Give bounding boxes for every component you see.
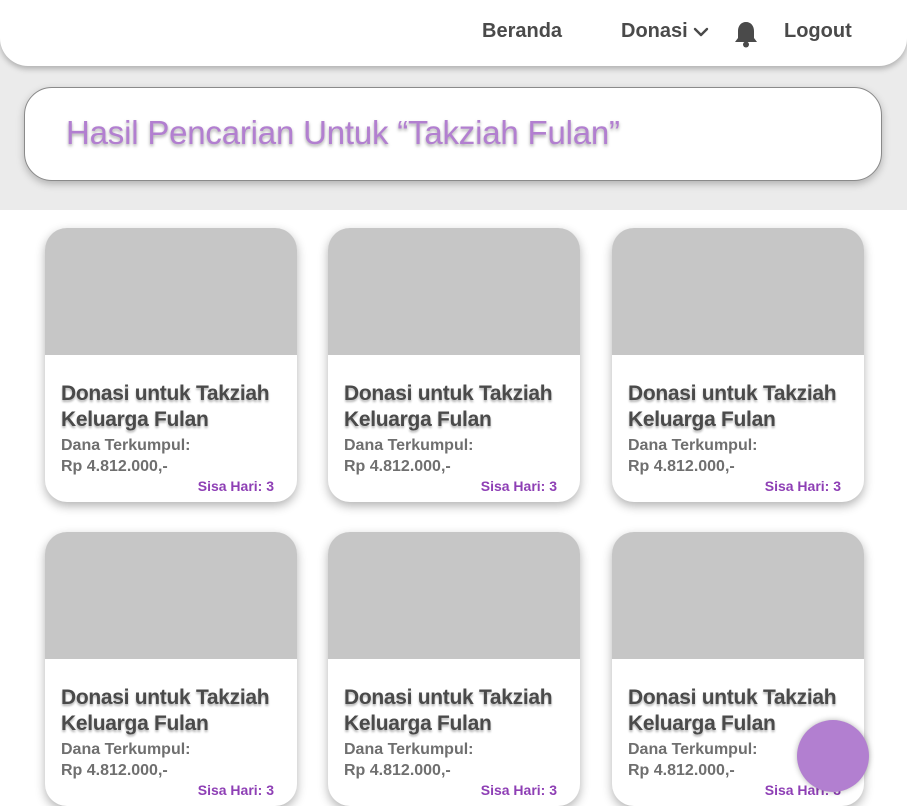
card-collected-label: Dana Terkumpul: <box>344 741 474 758</box>
card-collected-amount: Rp 4.812.000,- <box>628 458 735 475</box>
card-image-placeholder <box>328 228 580 355</box>
card-collected-label: Dana Terkumpul: <box>344 437 474 454</box>
nav-donasi-link[interactable]: Donasi <box>621 20 688 43</box>
card-collected-amount: Rp 4.812.000,- <box>344 458 451 475</box>
donation-card[interactable]: Donasi untuk Takziah Keluarga Fulan Dana… <box>328 228 580 502</box>
card-image-placeholder <box>45 532 297 659</box>
card-collected-amount: Rp 4.812.000,- <box>628 762 735 779</box>
card-collected-label: Dana Terkumpul: <box>628 741 758 758</box>
card-collected-label: Dana Terkumpul: <box>628 437 758 454</box>
donation-card[interactable]: Donasi untuk Takziah Keluarga Fulan Dana… <box>45 228 297 502</box>
donation-card[interactable]: Donasi untuk Takziah Keluarga Fulan Dana… <box>328 532 580 806</box>
card-collected-label: Dana Terkumpul: <box>61 437 191 454</box>
card-image-placeholder <box>612 228 864 355</box>
logout-link[interactable]: Logout <box>784 20 852 43</box>
card-image-placeholder <box>612 532 864 659</box>
header-bar: Beranda Donasi Logout <box>0 0 907 66</box>
card-image-placeholder <box>328 532 580 659</box>
card-image-placeholder <box>45 228 297 355</box>
card-days-left: Sisa Hari: 3 <box>480 782 557 798</box>
card-days-left: Sisa Hari: 3 <box>197 782 274 798</box>
card-title: Donasi untuk Takziah Keluarga Fulan <box>61 686 270 735</box>
card-title: Donasi untuk Takziah Keluarga Fulan <box>344 686 553 735</box>
card-collected-amount: Rp 4.812.000,- <box>61 762 168 779</box>
donation-card[interactable]: Donasi untuk Takziah Keluarga Fulan Dana… <box>612 228 864 502</box>
bell-icon[interactable] <box>733 20 759 48</box>
card-title: Donasi untuk Takziah Keluarga Fulan <box>344 382 553 431</box>
card-days-left: Sisa Hari: 3 <box>764 478 841 494</box>
card-collected-label: Dana Terkumpul: <box>61 741 191 758</box>
donation-card[interactable]: Donasi untuk Takziah Keluarga Fulan Dana… <box>45 532 297 806</box>
card-days-left: Sisa Hari: 3 <box>480 478 557 494</box>
nav-beranda-link[interactable]: Beranda <box>482 20 562 43</box>
chevron-down-icon[interactable] <box>693 26 709 38</box>
card-collected-amount: Rp 4.812.000,- <box>61 458 168 475</box>
floating-action-button[interactable] <box>797 720 869 792</box>
card-collected-amount: Rp 4.812.000,- <box>344 762 451 779</box>
card-title: Donasi untuk Takziah Keluarga Fulan <box>628 382 837 431</box>
search-result-header: Hasil Pencarian Untuk “Takziah Fulan” <box>24 87 882 181</box>
search-result-title: Hasil Pencarian Untuk “Takziah Fulan” <box>66 114 620 151</box>
card-title: Donasi untuk Takziah Keluarga Fulan <box>61 382 270 431</box>
card-days-left: Sisa Hari: 3 <box>197 478 274 494</box>
